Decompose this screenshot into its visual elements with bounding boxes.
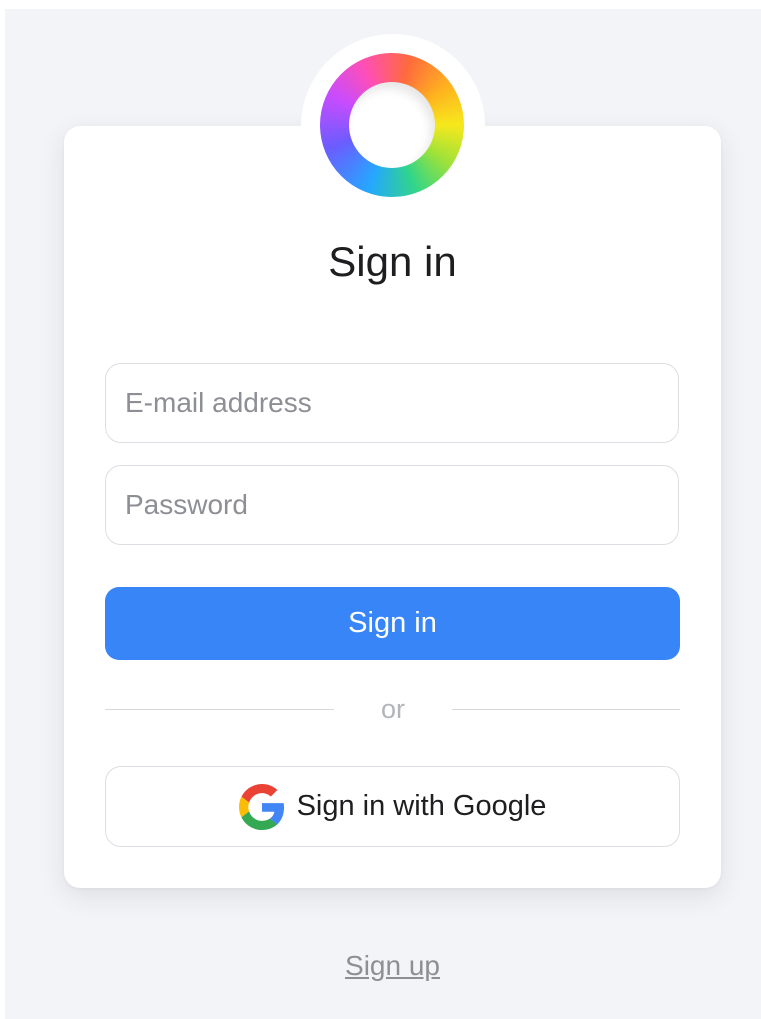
email-field[interactable] [105, 363, 679, 443]
divider-line-right [452, 709, 680, 710]
divider-line-left [105, 709, 334, 710]
logo-ring-center [349, 82, 435, 168]
page-title: Sign in [328, 238, 457, 285]
google-g-icon [238, 783, 285, 830]
sign-up-link[interactable]: Sign up [64, 946, 721, 986]
sign-in-button[interactable]: Sign in [105, 587, 680, 660]
password-field[interactable] [105, 465, 679, 545]
google-sign-in-button[interactable]: Sign in with Google [105, 766, 680, 847]
divider-or-label: or [380, 694, 405, 724]
google-sign-in-label: Sign in with Google [296, 790, 547, 822]
